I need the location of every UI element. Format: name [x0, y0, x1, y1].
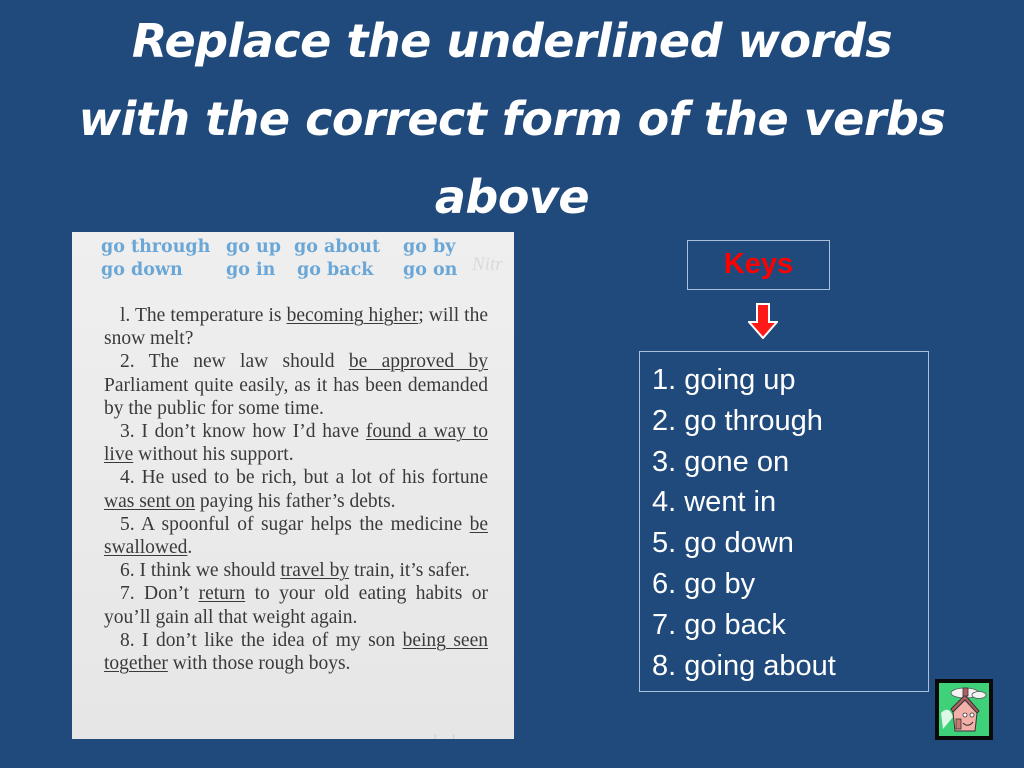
verb: go up [226, 237, 281, 257]
bleed-through-text: belo [432, 732, 465, 739]
home-button[interactable] [935, 679, 993, 740]
verb: go in [226, 260, 276, 280]
answer-item: 1. going up [652, 364, 796, 396]
verb: go by [403, 237, 456, 257]
slide-title: Replace the underlined words with the co… [0, 2, 1024, 236]
verb: go back [297, 260, 374, 280]
underlined-phrase: becoming higher [286, 305, 419, 326]
down-arrow-icon [746, 303, 780, 340]
sentence-8: 8. I don’t like the idea of my son being… [104, 629, 488, 675]
exercise-scan-image: Nitr belo go through go up go about go b… [72, 232, 514, 739]
exercise-sentences: l. The temperature is becoming higher; w… [104, 304, 488, 675]
underlined-phrase: was sent on [104, 490, 195, 512]
answer-item: 3. gone on [652, 445, 790, 478]
title-line-2: with the correct form of the verbs [78, 92, 946, 146]
verb: go down [101, 260, 183, 280]
house-icon [939, 683, 989, 736]
underlined-phrase: return [198, 583, 246, 605]
keys-label-box: Keys [687, 240, 830, 290]
answer-item: 5. go down [652, 527, 794, 560]
answer-item: 7. go back [652, 608, 786, 641]
answer-item: 6. go by [652, 567, 756, 600]
verb: go on [403, 260, 458, 280]
underlined-phrase: travel by [280, 560, 350, 582]
title-line-1: Replace the underlined words [131, 14, 893, 68]
sentence-7: 7. Don’t return to your old eating habit… [104, 583, 488, 628]
bleed-through-text: Nitr [472, 254, 503, 275]
sentence-6: 6. I think we should travel by train, it… [120, 560, 470, 582]
verb: go about [294, 237, 381, 257]
answer-item: 4. went in [652, 486, 777, 519]
verb: go through [101, 237, 211, 257]
answer-item: 2. go through [652, 404, 823, 437]
underlined-phrase: be approved by [348, 351, 488, 373]
sentence-2: 2. The new law should be approved by Par… [104, 351, 488, 419]
answer-key-box: 1. going up 2. go through 3. gone on 4. … [639, 351, 929, 692]
sentence-1: l. The temperature is becoming higher; w… [104, 305, 488, 350]
answer-item: 8. going about [652, 649, 836, 682]
sentence-5: 5. A spoonful of sugar helps the medicin… [104, 513, 488, 559]
sentence-4: 4. He used to be rich, but a lot of his … [104, 467, 488, 512]
title-line-3: above [434, 170, 590, 224]
sentence-3: 3. I don’t know how I’d have found a way… [104, 421, 489, 466]
